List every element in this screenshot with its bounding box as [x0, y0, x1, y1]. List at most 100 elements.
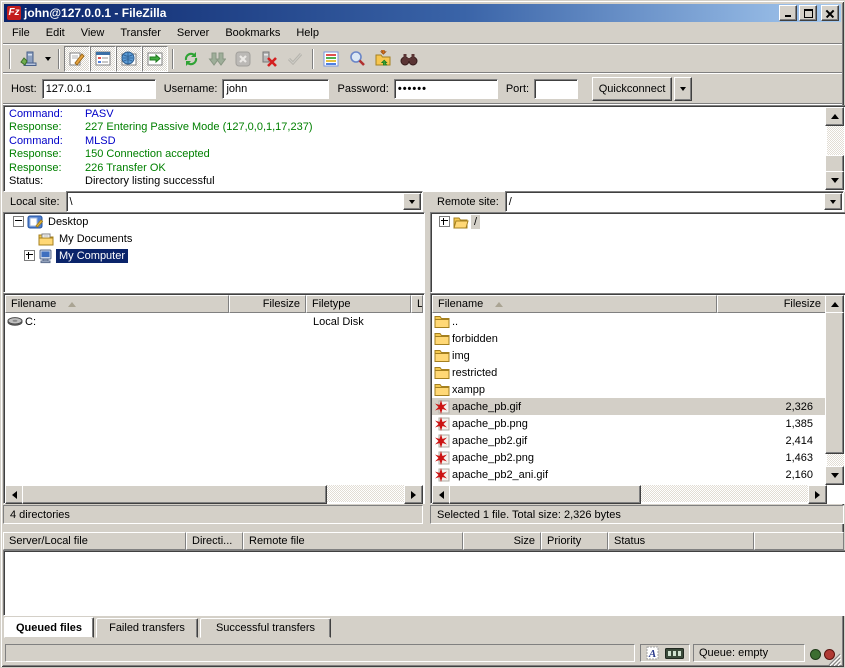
remote-file-row[interactable]: xampp — [432, 381, 827, 398]
column-header-last-modified[interactable]: L — [411, 295, 423, 313]
tree-item-my-documents[interactable]: My Documents — [4, 230, 424, 247]
remote-file-row[interactable]: apache_pb2.gif 2,414 — [432, 432, 827, 449]
remote-site-dropdown[interactable] — [824, 193, 842, 210]
tree-item-my-computer[interactable]: My Computer — [4, 247, 424, 264]
scroll-down-button[interactable] — [825, 466, 844, 485]
tab-queued-files[interactable]: Queued files — [4, 617, 94, 638]
quickconnect-button[interactable]: Quickconnect — [592, 77, 672, 101]
toggle-local-tree-button[interactable] — [90, 46, 116, 72]
remote-file-row[interactable]: .. — [432, 313, 827, 330]
abort-check-button[interactable] — [282, 46, 308, 72]
remote-file-row[interactable]: restricted — [432, 364, 827, 381]
port-input[interactable] — [534, 79, 578, 99]
remote-site-bar: Remote site: / — [430, 191, 844, 212]
cancel-operation-button[interactable] — [230, 46, 256, 72]
tree-item-root[interactable]: / — [431, 213, 845, 230]
ascii-transfer-type-icon[interactable]: A — [646, 646, 659, 660]
arrow-left-icon — [435, 491, 444, 499]
scroll-thumb[interactable] — [22, 485, 327, 504]
column-header-priority[interactable]: Priority — [541, 532, 608, 550]
column-header-filename[interactable]: Filename — [5, 295, 229, 313]
password-input[interactable] — [394, 79, 498, 99]
column-header-status[interactable]: Status — [608, 532, 754, 550]
chevron-down-icon — [680, 87, 686, 94]
local-file-row[interactable]: C: Local Disk — [5, 313, 423, 330]
scroll-down-button[interactable] — [825, 171, 844, 190]
close-button[interactable] — [821, 5, 839, 21]
remote-vscrollbar[interactable] — [827, 295, 844, 485]
remote-file-row[interactable]: img — [432, 347, 827, 364]
remote-file-row[interactable]: apache_pb2_ani.gif 2,160 — [432, 466, 827, 483]
resize-grip[interactable] — [827, 652, 841, 666]
file-name: .. — [452, 316, 723, 328]
toggle-remote-tree-button[interactable] — [116, 46, 142, 72]
menu-bookmarks[interactable]: Bookmarks — [217, 25, 288, 41]
speed-limit-icon[interactable] — [665, 648, 684, 659]
scroll-right-button[interactable] — [404, 485, 423, 504]
file-search-button[interactable] — [344, 46, 370, 72]
local-site-combo[interactable]: \ — [66, 191, 423, 212]
directory-comparison-button[interactable] — [370, 46, 396, 72]
local-status-text: 4 directories — [3, 505, 423, 524]
file-name: apache_pb2.png — [452, 452, 723, 464]
queue-list[interactable] — [3, 550, 845, 616]
column-header-server-local-file[interactable]: Server/Local file — [3, 532, 186, 550]
menu-bar: File Edit View Transfer Server Bookmarks… — [4, 23, 841, 43]
expand-icon[interactable] — [24, 250, 35, 261]
svg-text:A: A — [648, 648, 656, 660]
column-header-size[interactable]: Size — [463, 532, 541, 550]
column-header-remote-file[interactable]: Remote file — [243, 532, 463, 550]
scroll-thumb[interactable] — [449, 485, 641, 504]
remote-file-row[interactable]: forbidden — [432, 330, 827, 347]
scroll-right-button[interactable] — [808, 485, 827, 504]
username-input[interactable] — [222, 79, 329, 99]
quickconnect-dropdown[interactable] — [674, 77, 692, 101]
remote-file-row[interactable]: apache_pb.png 1,385 — [432, 415, 827, 432]
arrow-up-icon — [831, 298, 839, 307]
host-input[interactable] — [42, 79, 156, 99]
menu-help[interactable]: Help — [288, 25, 327, 41]
menu-edit[interactable]: Edit — [38, 25, 73, 41]
minimize-icon — [785, 15, 791, 17]
local-site-value: \ — [67, 196, 402, 208]
filename-filters-button[interactable] — [318, 46, 344, 72]
title-bar[interactable]: Fz john@127.0.0.1 - FileZilla — [4, 4, 841, 22]
synchronized-browsing-button[interactable] — [396, 46, 422, 72]
column-header-filetype[interactable]: Filetype — [306, 295, 411, 313]
menu-transfer[interactable]: Transfer — [112, 25, 169, 41]
tree-item-desktop[interactable]: Desktop — [4, 213, 424, 230]
menu-server[interactable]: Server — [169, 25, 217, 41]
image-file-icon — [434, 467, 450, 482]
remote-file-row-selected[interactable]: apache_pb.gif 2,326 — [432, 398, 827, 415]
maximize-button[interactable] — [799, 5, 817, 21]
column-header-filesize[interactable]: Filesize — [717, 295, 827, 313]
column-header-direction[interactable]: Directi... — [186, 532, 243, 550]
disconnect-button[interactable] — [256, 46, 282, 72]
remote-file-row[interactable]: apache_pb2.png 1,463 — [432, 449, 827, 466]
site-manager-button[interactable] — [15, 46, 41, 72]
scroll-up-button[interactable] — [825, 107, 844, 126]
menu-file[interactable]: File — [4, 25, 38, 41]
tab-failed-transfers[interactable]: Failed transfers — [96, 618, 198, 638]
toggle-message-log-button[interactable] — [64, 46, 90, 72]
refresh-button[interactable] — [178, 46, 204, 72]
file-name: forbidden — [452, 333, 723, 345]
toggle-transfer-queue-button[interactable] — [142, 46, 168, 72]
process-queue-button[interactable] — [204, 46, 230, 72]
arrow-down-icon — [831, 178, 839, 187]
column-header-filesize[interactable]: Filesize — [229, 295, 306, 313]
file-name: apache_pb.png — [452, 418, 723, 430]
scroll-thumb[interactable] — [825, 312, 844, 454]
menu-view[interactable]: View — [73, 25, 113, 41]
remote-hscrollbar[interactable] — [432, 485, 827, 502]
minimize-button[interactable] — [779, 5, 797, 21]
local-hscrollbar[interactable] — [5, 485, 423, 502]
collapse-icon[interactable] — [13, 216, 24, 227]
local-site-dropdown[interactable] — [403, 193, 421, 210]
site-manager-dropdown[interactable] — [41, 47, 54, 71]
remote-site-combo[interactable]: / — [505, 191, 844, 212]
log-vscrollbar[interactable] — [827, 107, 844, 190]
column-header-filename[interactable]: Filename — [432, 295, 717, 313]
tab-successful-transfers[interactable]: Successful transfers — [200, 618, 331, 638]
expand-icon[interactable] — [439, 216, 450, 227]
